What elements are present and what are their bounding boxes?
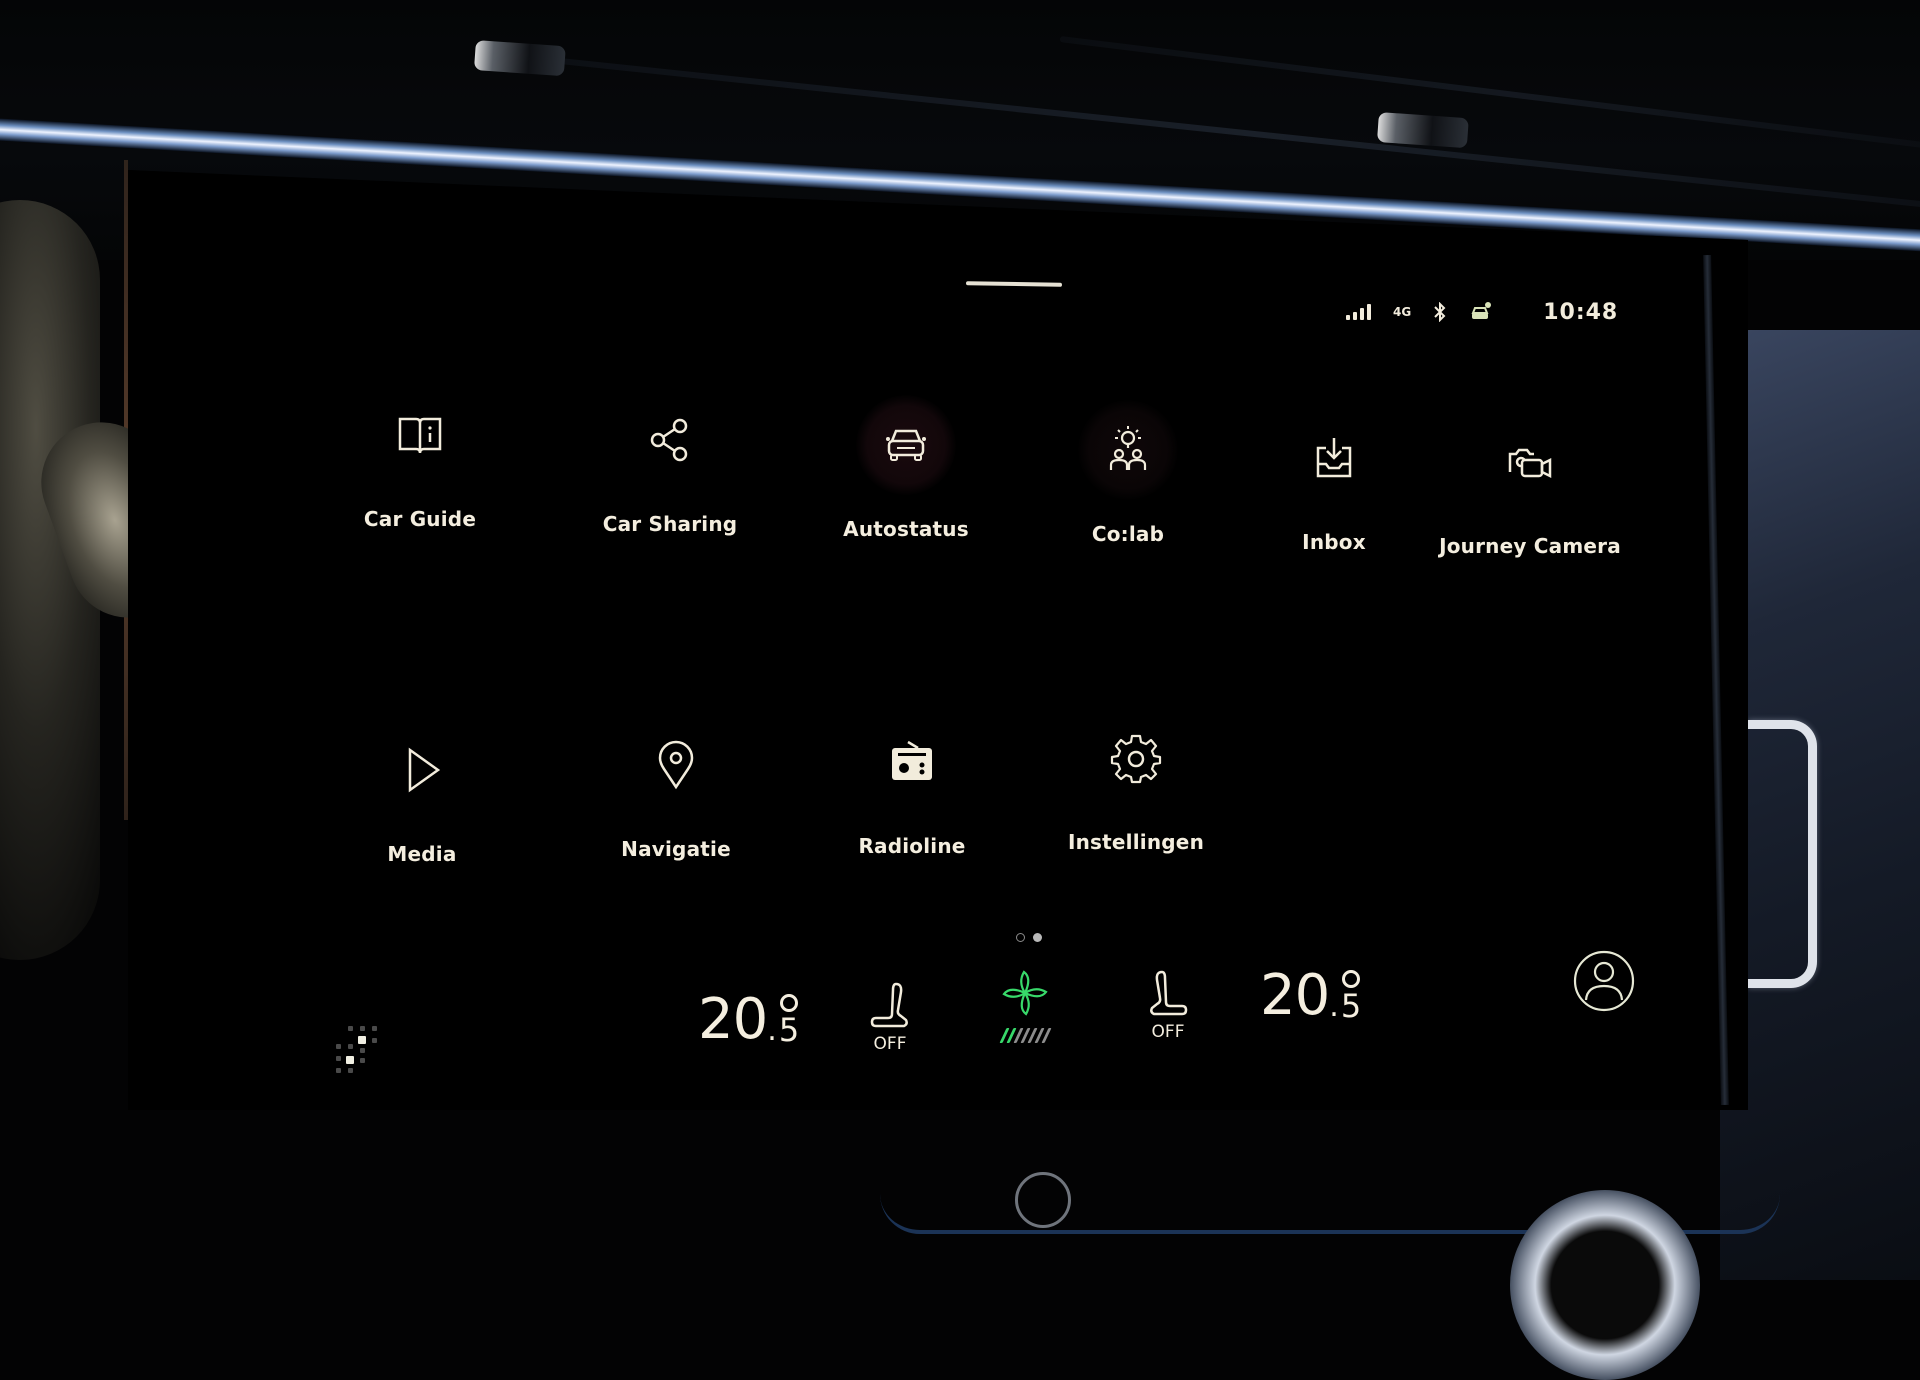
driver-seat-heating[interactable]: OFF [868, 980, 912, 1054]
map-pin-icon [626, 715, 726, 815]
app-navigatie[interactable]: Navigatie [566, 715, 786, 861]
clock: 10:48 [1543, 299, 1619, 325]
app-label: Car Guide [363, 507, 477, 531]
seat-icon [1150, 970, 1188, 1016]
app-instellingen[interactable]: Instellingen [1026, 708, 1246, 854]
app-colab[interactable]: Co:lab [1018, 400, 1238, 546]
app-inbox[interactable]: Inbox [1224, 408, 1444, 554]
car-connected-icon [1469, 301, 1493, 323]
fan-icon [1002, 970, 1048, 1016]
app-label: Co:lab [1091, 522, 1165, 546]
status-bar: 4G 10:48 [1346, 292, 1618, 332]
network-type: 4G [1393, 305, 1411, 319]
degree-icon [1341, 970, 1360, 988]
bluetooth-icon [1433, 302, 1447, 322]
app-autostatus[interactable]: Autostatus [796, 395, 1016, 541]
page-dot-1[interactable] [1016, 933, 1025, 942]
app-label: Radioline [858, 834, 966, 858]
app-label: Car Sharing [602, 512, 738, 536]
fan-speed-gauge[interactable] [999, 1028, 1051, 1043]
passenger-seat-heating[interactable]: OFF [1146, 968, 1190, 1042]
fan-control[interactable] [999, 968, 1051, 1043]
decimal-point: . [767, 1013, 777, 1048]
ambient-light-icon[interactable] [322, 1018, 382, 1078]
app-label: Navigatie [621, 837, 731, 861]
driver-temperature[interactable]: 20 . 5 [698, 992, 799, 1048]
passenger-seat-status: OFF [1151, 1022, 1185, 1042]
inbox-download-icon [1284, 408, 1384, 508]
vent-adjuster [473, 40, 566, 77]
app-car-sharing[interactable]: Car Sharing [560, 390, 780, 536]
app-journey-camera[interactable]: Journey Camera [1420, 412, 1640, 558]
driver-temp-fraction-group: 5 [779, 992, 799, 1046]
radio-icon [862, 712, 962, 812]
decimal-point: . [1329, 989, 1339, 1024]
app-label: Inbox [1302, 530, 1366, 554]
network-type-label: 4G [1393, 305, 1412, 319]
user-profile-icon [1573, 950, 1635, 1012]
app-media[interactable]: Media [312, 720, 532, 866]
page-indicator [1016, 933, 1042, 942]
home-button[interactable] [1015, 1172, 1071, 1228]
app-car-guide[interactable]: Car Guide [310, 385, 530, 531]
driver-temp-fraction: 5 [778, 1011, 800, 1049]
passenger-temp-fraction-group: 5 [1341, 968, 1361, 1022]
app-label: Autostatus [843, 517, 969, 541]
share-icon [620, 390, 720, 490]
app-radioline[interactable]: Radioline [802, 712, 1022, 858]
app-label: Instellingen [1067, 830, 1205, 854]
passenger-temperature[interactable]: 20 . 5 [1260, 968, 1361, 1024]
user-profile-button[interactable] [1573, 950, 1635, 1012]
app-label: Journey Camera [1439, 534, 1621, 558]
play-icon [372, 720, 472, 820]
rotary-knob[interactable] [1510, 1190, 1700, 1380]
grab-handle [1748, 720, 1817, 988]
app-label: Media [387, 842, 457, 866]
vent-adjuster [1376, 112, 1469, 149]
camera-video-icon [1480, 412, 1580, 512]
page-dot-2[interactable] [1033, 933, 1042, 942]
passenger-temp-fraction: 5 [1340, 987, 1362, 1025]
book-info-icon [370, 385, 470, 485]
driver-seat-status: OFF [873, 1034, 907, 1054]
driver-temp-whole: 20 [698, 987, 768, 1052]
cellular-signal-icon [1346, 304, 1371, 320]
car-front-icon [856, 395, 956, 495]
seat-icon [870, 982, 908, 1028]
degree-icon [779, 994, 798, 1012]
lightbulb-people-icon [1078, 400, 1178, 500]
gear-icon [1086, 708, 1186, 808]
passenger-temp-whole: 20 [1260, 963, 1330, 1028]
